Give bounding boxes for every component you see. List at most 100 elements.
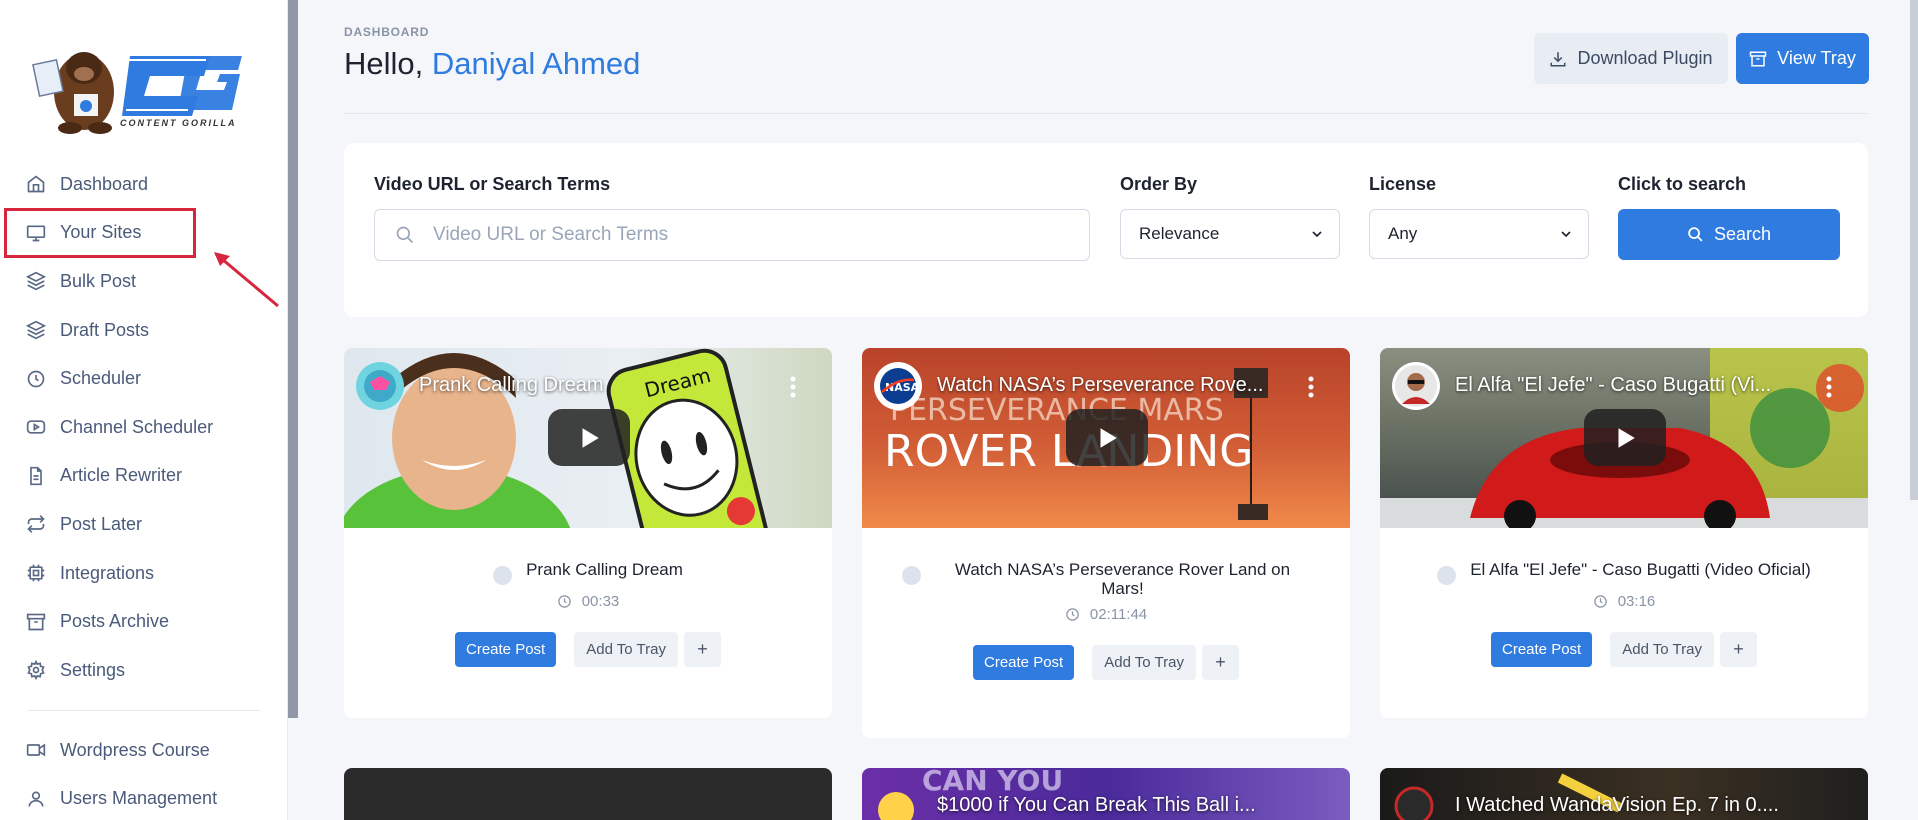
video-icon [26,743,46,757]
more-vertical-icon[interactable] [1308,376,1314,398]
play-button[interactable] [1066,409,1148,466]
select-checkbox[interactable] [902,566,921,585]
view-tray-label: View Tray [1777,48,1856,68]
sidebar-item-label: Wordpress Course [60,739,210,760]
create-post-button[interactable]: Create Post [455,632,557,667]
video-duration: 02:11:44 [862,606,1350,623]
order-by-value: Relevance [1139,224,1220,243]
youtube-icon [26,420,46,434]
sidebar-divider [28,710,260,711]
channel-avatar[interactable] [1392,362,1440,410]
file-text-icon [30,466,42,486]
download-plugin-button[interactable]: Download Plugin [1534,33,1728,84]
sidebar-item-label: Bulk Post [60,270,137,291]
channel-avatar[interactable] [356,362,404,410]
sidebar-item-integrations[interactable]: Integrations [26,549,266,598]
channel-avatar[interactable]: NASA [874,362,922,410]
video-thumbnail[interactable]: Dream Prank Calling Dream [344,348,832,528]
play-icon [582,427,599,448]
sidebar-item-label: Integrations [60,562,155,583]
video-card: CAN YOU $1000 if You Can Break This Ball… [862,768,1350,820]
thumbnail-title: $1000 if You Can Break This Ball i... [937,794,1256,816]
license-value: Any [1388,224,1418,243]
sidebar-item-label: Channel Scheduler [60,416,214,437]
video-thumbnail[interactable]: CAN YOU $1000 if You Can Break This Ball… [862,768,1350,820]
video-card: El Alfa "El Jefe" - Caso Bugatti (Vi... … [1380,348,1868,718]
sidebar: CONTENT GORILLA Dashboard Your Sites Bul… [0,0,288,820]
order-by-select[interactable]: Relevance [1120,209,1340,259]
more-vertical-icon[interactable] [1826,376,1832,398]
content-gorilla-logo[interactable]: CONTENT GORILLA [28,34,260,136]
select-checkbox[interactable] [493,566,513,585]
create-post-button[interactable]: Create Post [1491,632,1593,667]
sidebar-item-label: Users Management [60,788,218,809]
click-to-search-label: Click to search [1618,174,1747,194]
sidebar-item-post-later[interactable]: Post Later [26,500,266,549]
video-card [344,768,832,820]
sidebar-item-users-management[interactable]: Users Management [26,775,266,820]
sidebar-item-channel-scheduler[interactable]: Channel Scheduler [26,403,266,452]
view-tray-button[interactable]: View Tray [1736,33,1869,84]
video-thumbnail[interactable]: I Watched WandaVision Ep. 7 in 0.... [1380,768,1868,820]
play-icon [1100,427,1117,448]
download-icon [1550,51,1566,66]
more-vertical-icon[interactable] [790,376,796,398]
thumbnail-title: Watch NASA’s Perseverance Rove... [937,374,1264,396]
sidebar-item-posts-archive[interactable]: Posts Archive [26,597,266,646]
sidebar-item-label: Post Later [60,513,143,534]
archive-icon [1749,51,1767,66]
search-button[interactable]: Search [1618,209,1840,260]
repeat-icon [27,515,45,534]
video-thumbnail[interactable]: El Alfa "El Jefe" - Caso Bugatti (Vi... [1380,348,1868,528]
add-to-tray-button[interactable]: Add To Tray [574,632,678,667]
sidebar-scrollbar[interactable] [288,0,298,718]
sidebar-item-label: Draft Posts [60,319,150,340]
license-select[interactable]: Any [1369,209,1589,259]
clock-icon [1593,595,1607,608]
play-button[interactable] [1584,409,1666,466]
header-divider [344,113,1868,114]
search-icon [1688,227,1703,242]
video-card: PERSEVERANCE MARS ROVER LANDING NASA Wat… [862,348,1350,738]
plus-button[interactable]: + [1202,645,1239,680]
sidebar-item-scheduler[interactable]: Scheduler [26,354,266,403]
page-scrollbar[interactable] [1910,0,1918,500]
video-thumbnail[interactable] [344,768,832,820]
search-input-placeholder: Video URL or Search Terms [433,224,669,245]
thumbnail-title: I Watched WandaVision Ep. 7 in 0.... [1455,794,1779,816]
sidebar-item-draft-posts[interactable]: Draft Posts [26,306,266,355]
sidebar-item-label: Posts Archive [60,611,170,632]
breadcrumb: DASHBOARD [344,25,430,39]
create-post-button[interactable]: Create Post [973,645,1075,680]
sidebar-item-settings[interactable]: Settings [26,646,266,695]
archive-icon [26,613,46,630]
add-to-tray-button[interactable]: Add To Tray [1610,632,1714,667]
sidebar-item-dashboard[interactable]: Dashboard [26,160,266,209]
video-card: Dream Prank Calling Dream Prank Calling … [344,348,832,718]
clock-icon [1066,608,1079,621]
video-card: I Watched WandaVision Ep. 7 in 0.... [1380,768,1868,820]
thumbnail-title: El Alfa "El Jefe" - Caso Bugatti (Vi... [1455,374,1772,396]
search-icon [396,226,414,244]
cpu-icon [27,564,45,582]
play-button[interactable] [548,409,630,466]
sidebar-item-label: Scheduler [60,368,142,389]
plus-button[interactable]: + [684,632,721,667]
video-duration: 03:16 [1380,593,1868,610]
chevron-down-icon [1561,231,1571,238]
plus-button[interactable]: + [1720,632,1757,667]
video-title: El Alfa "El Jefe" - Caso Bugatti (Video … [1470,560,1811,579]
sidebar-item-label: Article Rewriter [60,465,183,486]
order-by-label: Order By [1120,174,1198,194]
duration-text: 00:33 [581,593,620,610]
search-input[interactable]: Video URL or Search Terms [374,209,1090,261]
sidebar-item-wordpress-course[interactable]: Wordpress Course [26,726,266,775]
select-checkbox[interactable] [1437,566,1457,585]
thumbnail-title: Prank Calling Dream [419,374,604,396]
download-plugin-label: Download Plugin [1577,48,1713,68]
add-to-tray-button[interactable]: Add To Tray [1092,645,1196,680]
annotation-arrow-icon [214,252,279,308]
layers-icon [26,272,46,291]
sidebar-item-article-rewriter[interactable]: Article Rewriter [26,452,266,501]
video-thumbnail[interactable]: PERSEVERANCE MARS ROVER LANDING NASA Wat… [862,348,1350,528]
